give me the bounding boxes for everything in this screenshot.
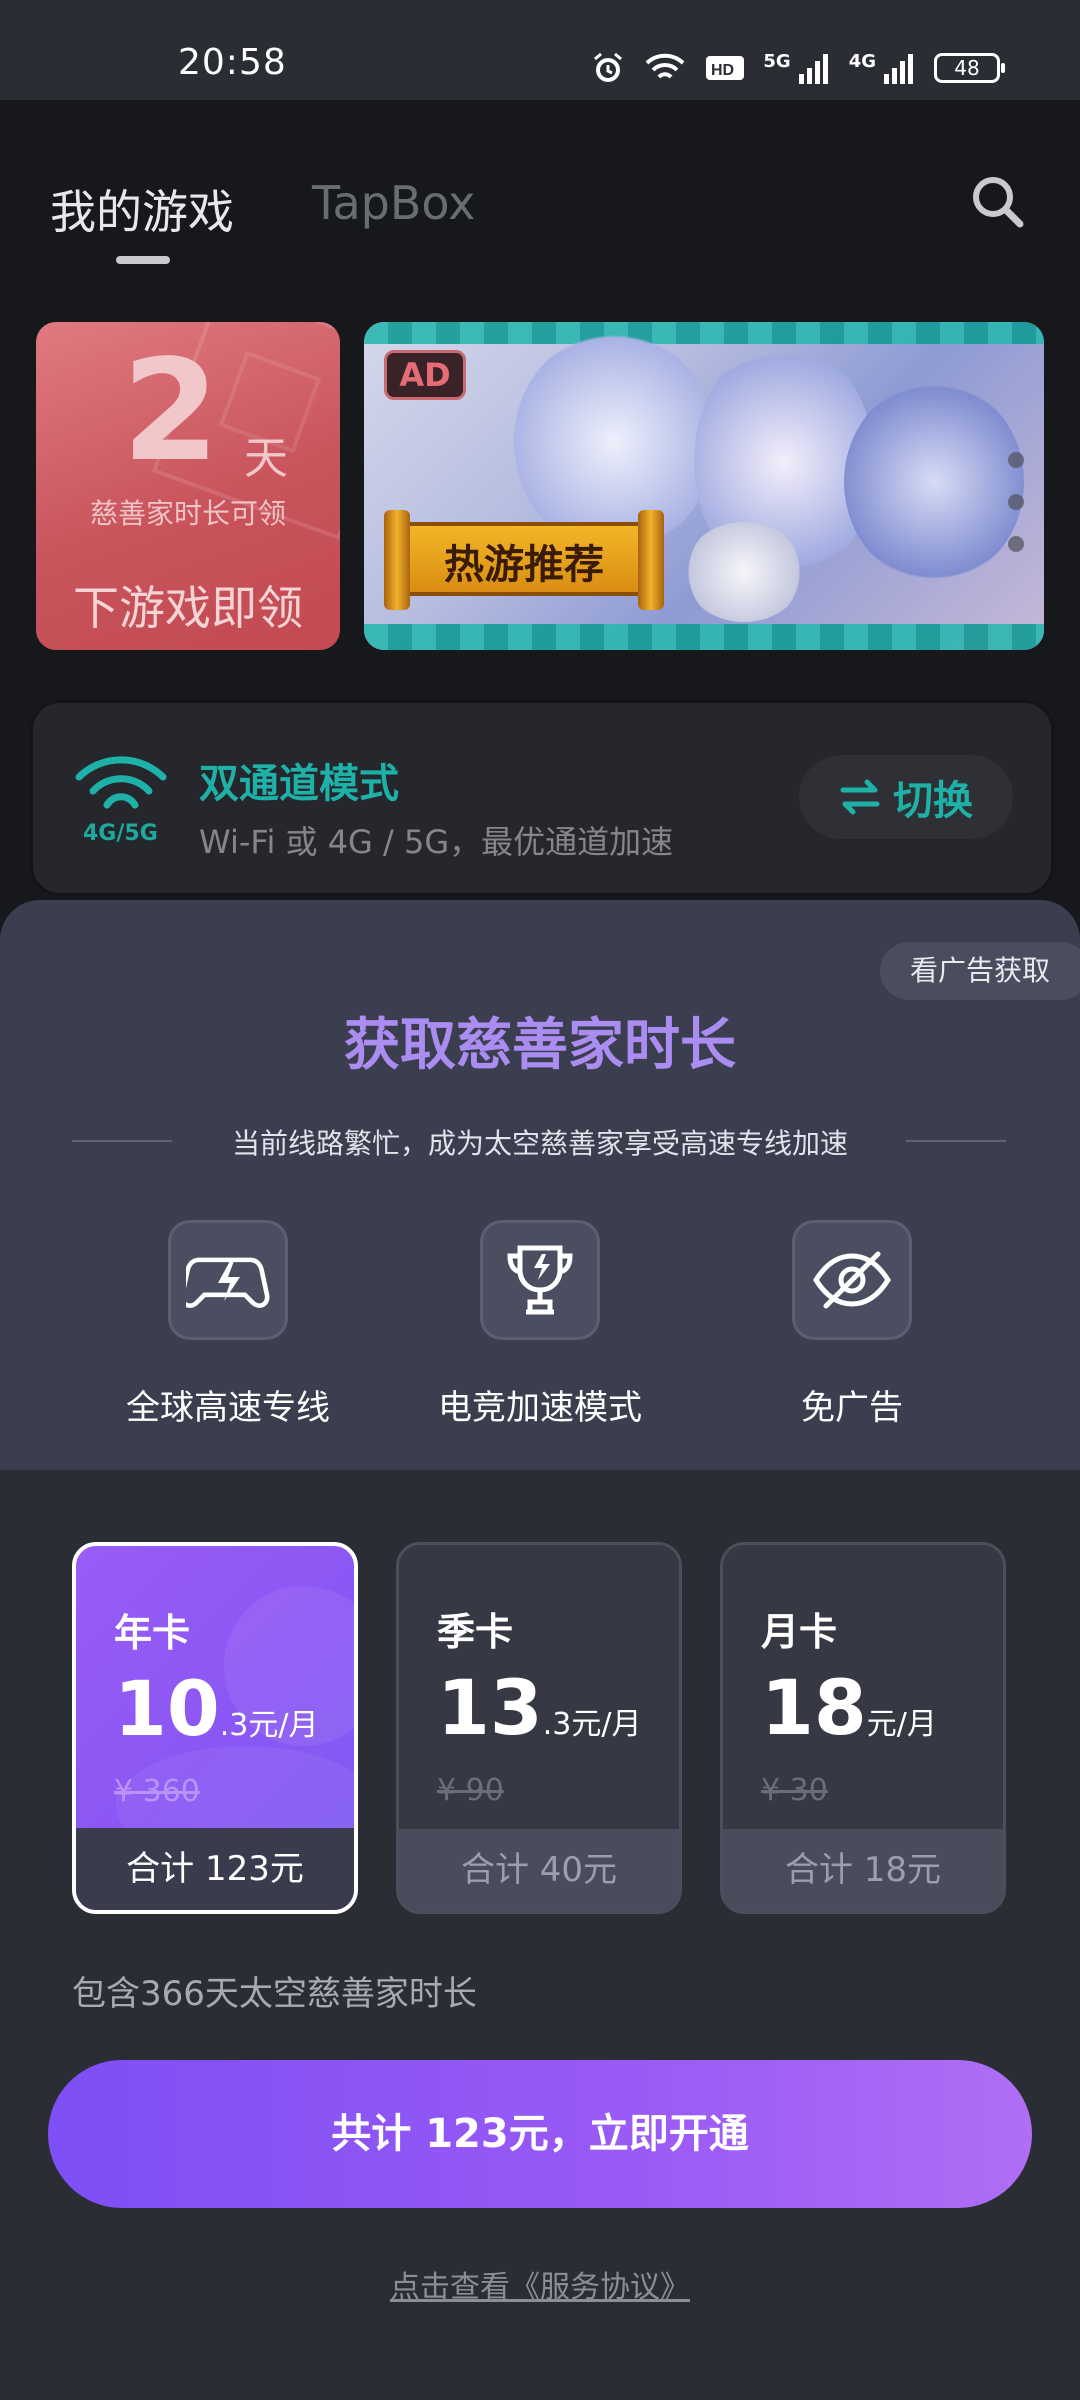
hot-games-scroll: 热游推荐 (384, 510, 664, 610)
signal-4g-icon (884, 54, 913, 84)
signal-5g-icon (798, 54, 828, 84)
promo-cta: 下游戏即领 (73, 581, 303, 635)
watch-ad-button[interactable]: 看广告获取 (879, 942, 1080, 1000)
feature-icon-box (792, 1220, 912, 1340)
plan-original-price: ¥ 360 (114, 1774, 200, 1809)
promo-subtitle: 慈善家时长可领 (89, 497, 286, 530)
sheet-title: 获取慈善家时长 (344, 1013, 736, 1078)
tab-tapbox[interactable]: TapBox (312, 176, 475, 230)
status-bar: 20:58 HD 5G 4G 48 (0, 0, 1080, 100)
feature-global-line: 全球高速专线 (108, 1220, 348, 1429)
network-4g-label: 4G (848, 50, 876, 72)
feature-label: 全球高速专线 (126, 1388, 330, 1428)
carousel-dots (1008, 452, 1024, 552)
feature-esports-mode: 电竞加速模式 (420, 1220, 660, 1429)
plan-price-main: 18 (761, 1663, 867, 1752)
banner-art (684, 522, 804, 622)
dual-channel-title: 双通道模式 (199, 761, 399, 807)
search-icon[interactable] (968, 172, 1028, 232)
battery-indicator: 48 (934, 53, 1005, 83)
ad-badge: AD (384, 350, 466, 400)
header: 我的游戏 TapBox (0, 100, 1080, 280)
plan-card-monthly[interactable]: 月卡 18元/月 ¥ 30 合计 18元 (720, 1542, 1006, 1914)
switch-mode-button[interactable]: 切换 (799, 755, 1013, 839)
promo-days-number: 2 (122, 330, 220, 493)
banner-bottom-band (364, 624, 1044, 650)
sheet-header-area: 看广告获取 获取慈善家时长 当前线路繁忙，成为太空慈善家享受高速专线加速 全球高… (0, 900, 1080, 1470)
feature-icon-box (480, 1220, 600, 1340)
dual-channel-card: 4G/5G 双通道模式 Wi-Fi 或 4G / 5G，最优通道加速 切换 (30, 700, 1054, 896)
plan-price-suffix: 元/月 (866, 1707, 937, 1742)
dual-channel-description: Wi-Fi 或 4G / 5G，最优通道加速 (199, 823, 674, 861)
status-time: 20:58 (178, 42, 287, 83)
service-agreement-link[interactable]: 点击查看《服务协议》 (0, 2262, 1080, 2306)
purchase-sheet: 看广告获取 获取慈善家时长 当前线路繁忙，成为太空慈善家享受高速专线加速 全球高… (0, 900, 1080, 2400)
plan-name: 月卡 (761, 1610, 838, 1654)
plan-original-price: ¥ 30 (761, 1773, 828, 1808)
wifi-icon (645, 53, 685, 79)
plan-price: 18元/月 (761, 1663, 937, 1752)
gamepad-lightning-icon (186, 1257, 270, 1308)
promo-days-unit: 天 (244, 433, 288, 484)
plan-original-price: ¥ 90 (437, 1773, 504, 1808)
plan-total: 合计 18元 (723, 1829, 1003, 1911)
plan-price-suffix: .3元/月 (542, 1707, 642, 1742)
purchase-button[interactable]: 共计 123元，立即开通 (48, 2060, 1032, 2208)
plan-price: 13.3元/月 (437, 1663, 642, 1752)
network-5g-label: 5G (763, 50, 791, 72)
feature-icon-box (168, 1220, 288, 1340)
tab-my-games[interactable]: 我的游戏 (50, 176, 234, 242)
svg-text:HD: HD (711, 62, 734, 79)
plan-total: 合计 40元 (399, 1829, 679, 1911)
alarm-icon (594, 52, 623, 82)
ad-banner[interactable]: AD 热游推荐 (364, 322, 1044, 650)
feature-no-ads: 免广告 (732, 1220, 972, 1429)
feature-label: 免广告 (801, 1388, 903, 1428)
plan-name: 年卡 (114, 1611, 191, 1655)
plan-includes-text: 包含366天太空慈善家时长 (72, 1974, 477, 2014)
tab-underline (116, 256, 170, 264)
sheet-subtitle: 当前线路繁忙，成为太空慈善家享受高速专线加速 (231, 1127, 848, 1160)
dual-channel-icon-label: 4G/5G (83, 821, 158, 846)
banner-art (844, 382, 1024, 582)
hot-games-label: 热游推荐 (444, 542, 604, 588)
plan-price-main: 10 (114, 1664, 220, 1753)
trophy-icon (507, 1245, 573, 1315)
scroll-rod (384, 510, 410, 610)
plan-card-quarterly[interactable]: 季卡 13.3元/月 ¥ 90 合计 40元 (396, 1542, 682, 1914)
plan-price-suffix: .3元/月 (219, 1708, 319, 1743)
banner-top-band (364, 322, 1044, 344)
swap-arrows-icon (840, 779, 880, 815)
feature-label: 电竞加速模式 (438, 1388, 642, 1428)
plan-price: 10.3元/月 (114, 1664, 319, 1753)
free-days-promo-card[interactable]: 2 天 慈善家时长可领 下游戏即领 (36, 322, 340, 650)
hd-icon: HD (706, 56, 745, 80)
plan-price-main: 13 (437, 1663, 543, 1752)
eye-off-icon (813, 1251, 891, 1309)
dual-channel-wifi-icon (75, 756, 167, 809)
plan-total: 合计 123元 (76, 1828, 354, 1910)
plan-name: 季卡 (437, 1610, 514, 1654)
plan-card-yearly[interactable]: 年卡 10.3元/月 ¥ 360 合计 123元 (72, 1542, 358, 1914)
scroll-rod (638, 510, 664, 610)
status-icons: HD 5G 4G 48 (591, 48, 1005, 88)
switch-mode-label: 切换 (893, 778, 973, 824)
